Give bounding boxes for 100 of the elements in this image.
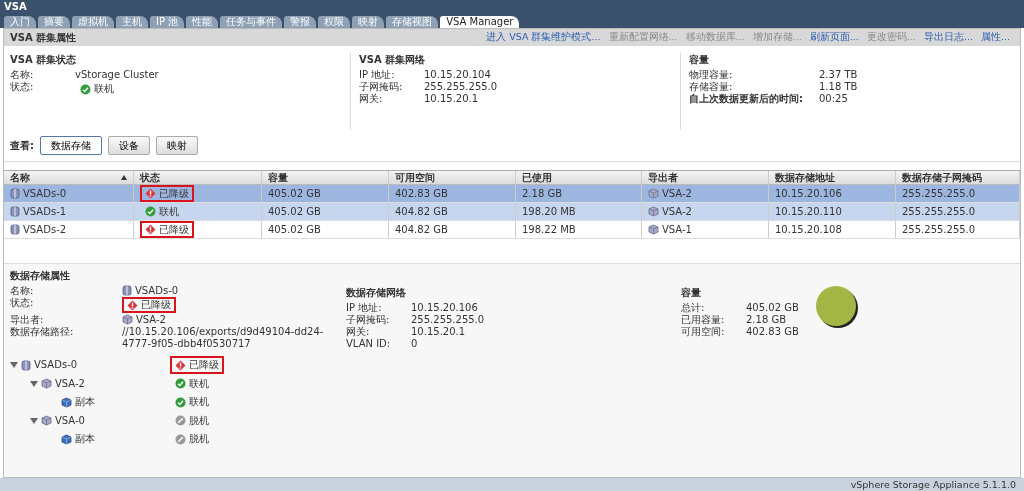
cube-icon	[648, 224, 659, 235]
column-header[interactable]: 名称	[4, 171, 134, 184]
view-button[interactable]: 数据存储	[40, 136, 102, 155]
field-label: 自上次数据更新后的时间:	[689, 93, 804, 105]
header-label: 导出者	[648, 171, 678, 184]
datastore-name: VSADs-2	[23, 223, 67, 236]
tree-item-label[interactable]: 副本	[75, 395, 95, 410]
table-cell[interactable]: VSADs-1	[4, 203, 134, 220]
table-cell: 404.82 GB	[389, 221, 516, 238]
cube-icon	[648, 206, 659, 217]
slash-circle-icon	[175, 415, 186, 426]
exporter-name: VSA-2	[662, 187, 692, 200]
status-text: 已降级	[159, 187, 189, 200]
section-heading: VSA 群集网络	[359, 53, 427, 67]
status-text: 脱机	[189, 413, 209, 428]
status-text: 脱机	[189, 432, 209, 446]
field-value: 00:25	[819, 93, 849, 105]
field-value: //10.15.20.106/exports/d9d49104-dd24-4777-9f05-dbb4f0530717	[122, 325, 325, 350]
cube-icon	[122, 313, 133, 325]
column-header[interactable]: 状态	[134, 171, 262, 184]
table-cell: 198.22 MB	[516, 221, 642, 238]
table-cell[interactable]: VSADs-2	[4, 221, 134, 238]
field-value: 10.15.20.106	[411, 302, 479, 314]
column-header[interactable]: 导出者	[642, 171, 769, 184]
column-header[interactable]: 数据存储地址	[769, 171, 896, 184]
status-text: 联机	[159, 205, 179, 218]
field-label: 状态:	[10, 297, 35, 311]
status-text: 已降级	[141, 299, 171, 312]
field-value: 402.83 GB	[746, 326, 799, 338]
view-button[interactable]: 映射	[156, 136, 198, 155]
header-label: 容量	[268, 171, 288, 184]
section-heading: 容量	[689, 53, 710, 67]
field-value: 1.18 TB	[819, 81, 859, 93]
status-text: 联机	[94, 83, 114, 95]
field-value: VSA-2	[136, 313, 166, 326]
table-cell: 10.15.20.108	[769, 221, 896, 238]
header-label: 数据存储子网掩码	[902, 171, 982, 184]
table-cell: 255.255.255.0	[896, 221, 1020, 238]
field-label: 数据存储路径:	[10, 325, 75, 339]
tree-item-label[interactable]: 副本	[75, 432, 95, 447]
status-text: 联机	[189, 395, 209, 409]
field-label: 已用容量:	[681, 314, 726, 326]
field-label: 网关:	[346, 326, 371, 338]
datastore-icon	[10, 206, 20, 217]
column-header[interactable]: 已使用	[516, 171, 642, 184]
view-button[interactable]: 设备	[108, 136, 150, 155]
warning-diamond-icon	[145, 188, 156, 199]
caret-icon[interactable]	[30, 379, 38, 388]
column-header[interactable]: 可用空间	[389, 171, 516, 184]
action-link[interactable]: 属性...	[976, 30, 1014, 45]
datastore-name: VSADs-1	[23, 205, 67, 218]
caret-icon[interactable]	[10, 361, 18, 370]
field-value: 405.02 GB	[746, 302, 799, 314]
datastore-icon	[10, 188, 20, 199]
field-value: 2.37 TB	[819, 69, 859, 81]
field-label: IP 地址:	[346, 302, 383, 314]
field-label: 物理容量:	[689, 69, 734, 81]
table-cell: 2.18 GB	[516, 185, 642, 202]
action-link[interactable]: 进入 VSA 群集维护模式...	[482, 30, 605, 45]
table-cell: 405.02 GB	[262, 221, 389, 238]
warning-diamond-icon	[145, 224, 156, 235]
table-cell[interactable]: VSADs-0	[4, 185, 134, 202]
status-bar-text: vSphere Storage Appliance 5.1.1.0	[0, 478, 1024, 491]
warning-diamond-icon	[175, 359, 186, 371]
header-label: 数据存储地址	[775, 171, 835, 184]
field-label: 子网掩码:	[346, 314, 391, 326]
status-text: 已降级	[159, 223, 189, 236]
panel-title: VSA 群集属性	[10, 31, 77, 45]
header-label: 已使用	[522, 171, 552, 184]
tree-item-label[interactable]: VSA-2	[55, 376, 85, 391]
field-label: 网关:	[359, 93, 384, 105]
table-cell: 198.20 MB	[516, 203, 642, 220]
cube-icon	[648, 188, 659, 199]
cube-icon	[61, 433, 72, 445]
check-circle-icon	[145, 206, 156, 217]
table-cell: 405.02 GB	[262, 185, 389, 202]
table-cell: 10.15.20.110	[769, 203, 896, 220]
status-text: 联机	[189, 376, 209, 391]
field-label: 状态:	[10, 81, 35, 94]
table-cell: 405.02 GB	[262, 203, 389, 220]
exporter-name: VSA-2	[662, 205, 692, 218]
slash-circle-icon	[175, 433, 186, 445]
view-label: 查看:	[10, 139, 34, 153]
field-label: 总计:	[681, 302, 706, 314]
tree-item-label[interactable]: VSADs-0	[34, 358, 78, 373]
table-cell: 404.82 GB	[389, 203, 516, 220]
datastore-icon	[10, 224, 20, 235]
action-link[interactable]: 刷新页面...	[805, 30, 863, 45]
check-circle-icon	[175, 396, 186, 408]
column-header[interactable]: 数据存储子网掩码	[896, 171, 1020, 184]
column-header[interactable]: 容量	[262, 171, 389, 184]
field-value: vStorage Cluster	[75, 69, 160, 81]
field-value: 255.255.255.0	[411, 314, 486, 326]
tab[interactable]: VSA Manager	[440, 16, 520, 28]
caret-icon[interactable]	[30, 416, 38, 425]
field-value: 255.255.255.0	[424, 81, 499, 93]
tree-item-label[interactable]: VSA-0	[55, 413, 85, 428]
action-link[interactable]: 导出日志...	[919, 30, 977, 45]
section-heading: 数据存储属性	[10, 269, 71, 283]
field-label: VLAN ID:	[346, 338, 392, 350]
